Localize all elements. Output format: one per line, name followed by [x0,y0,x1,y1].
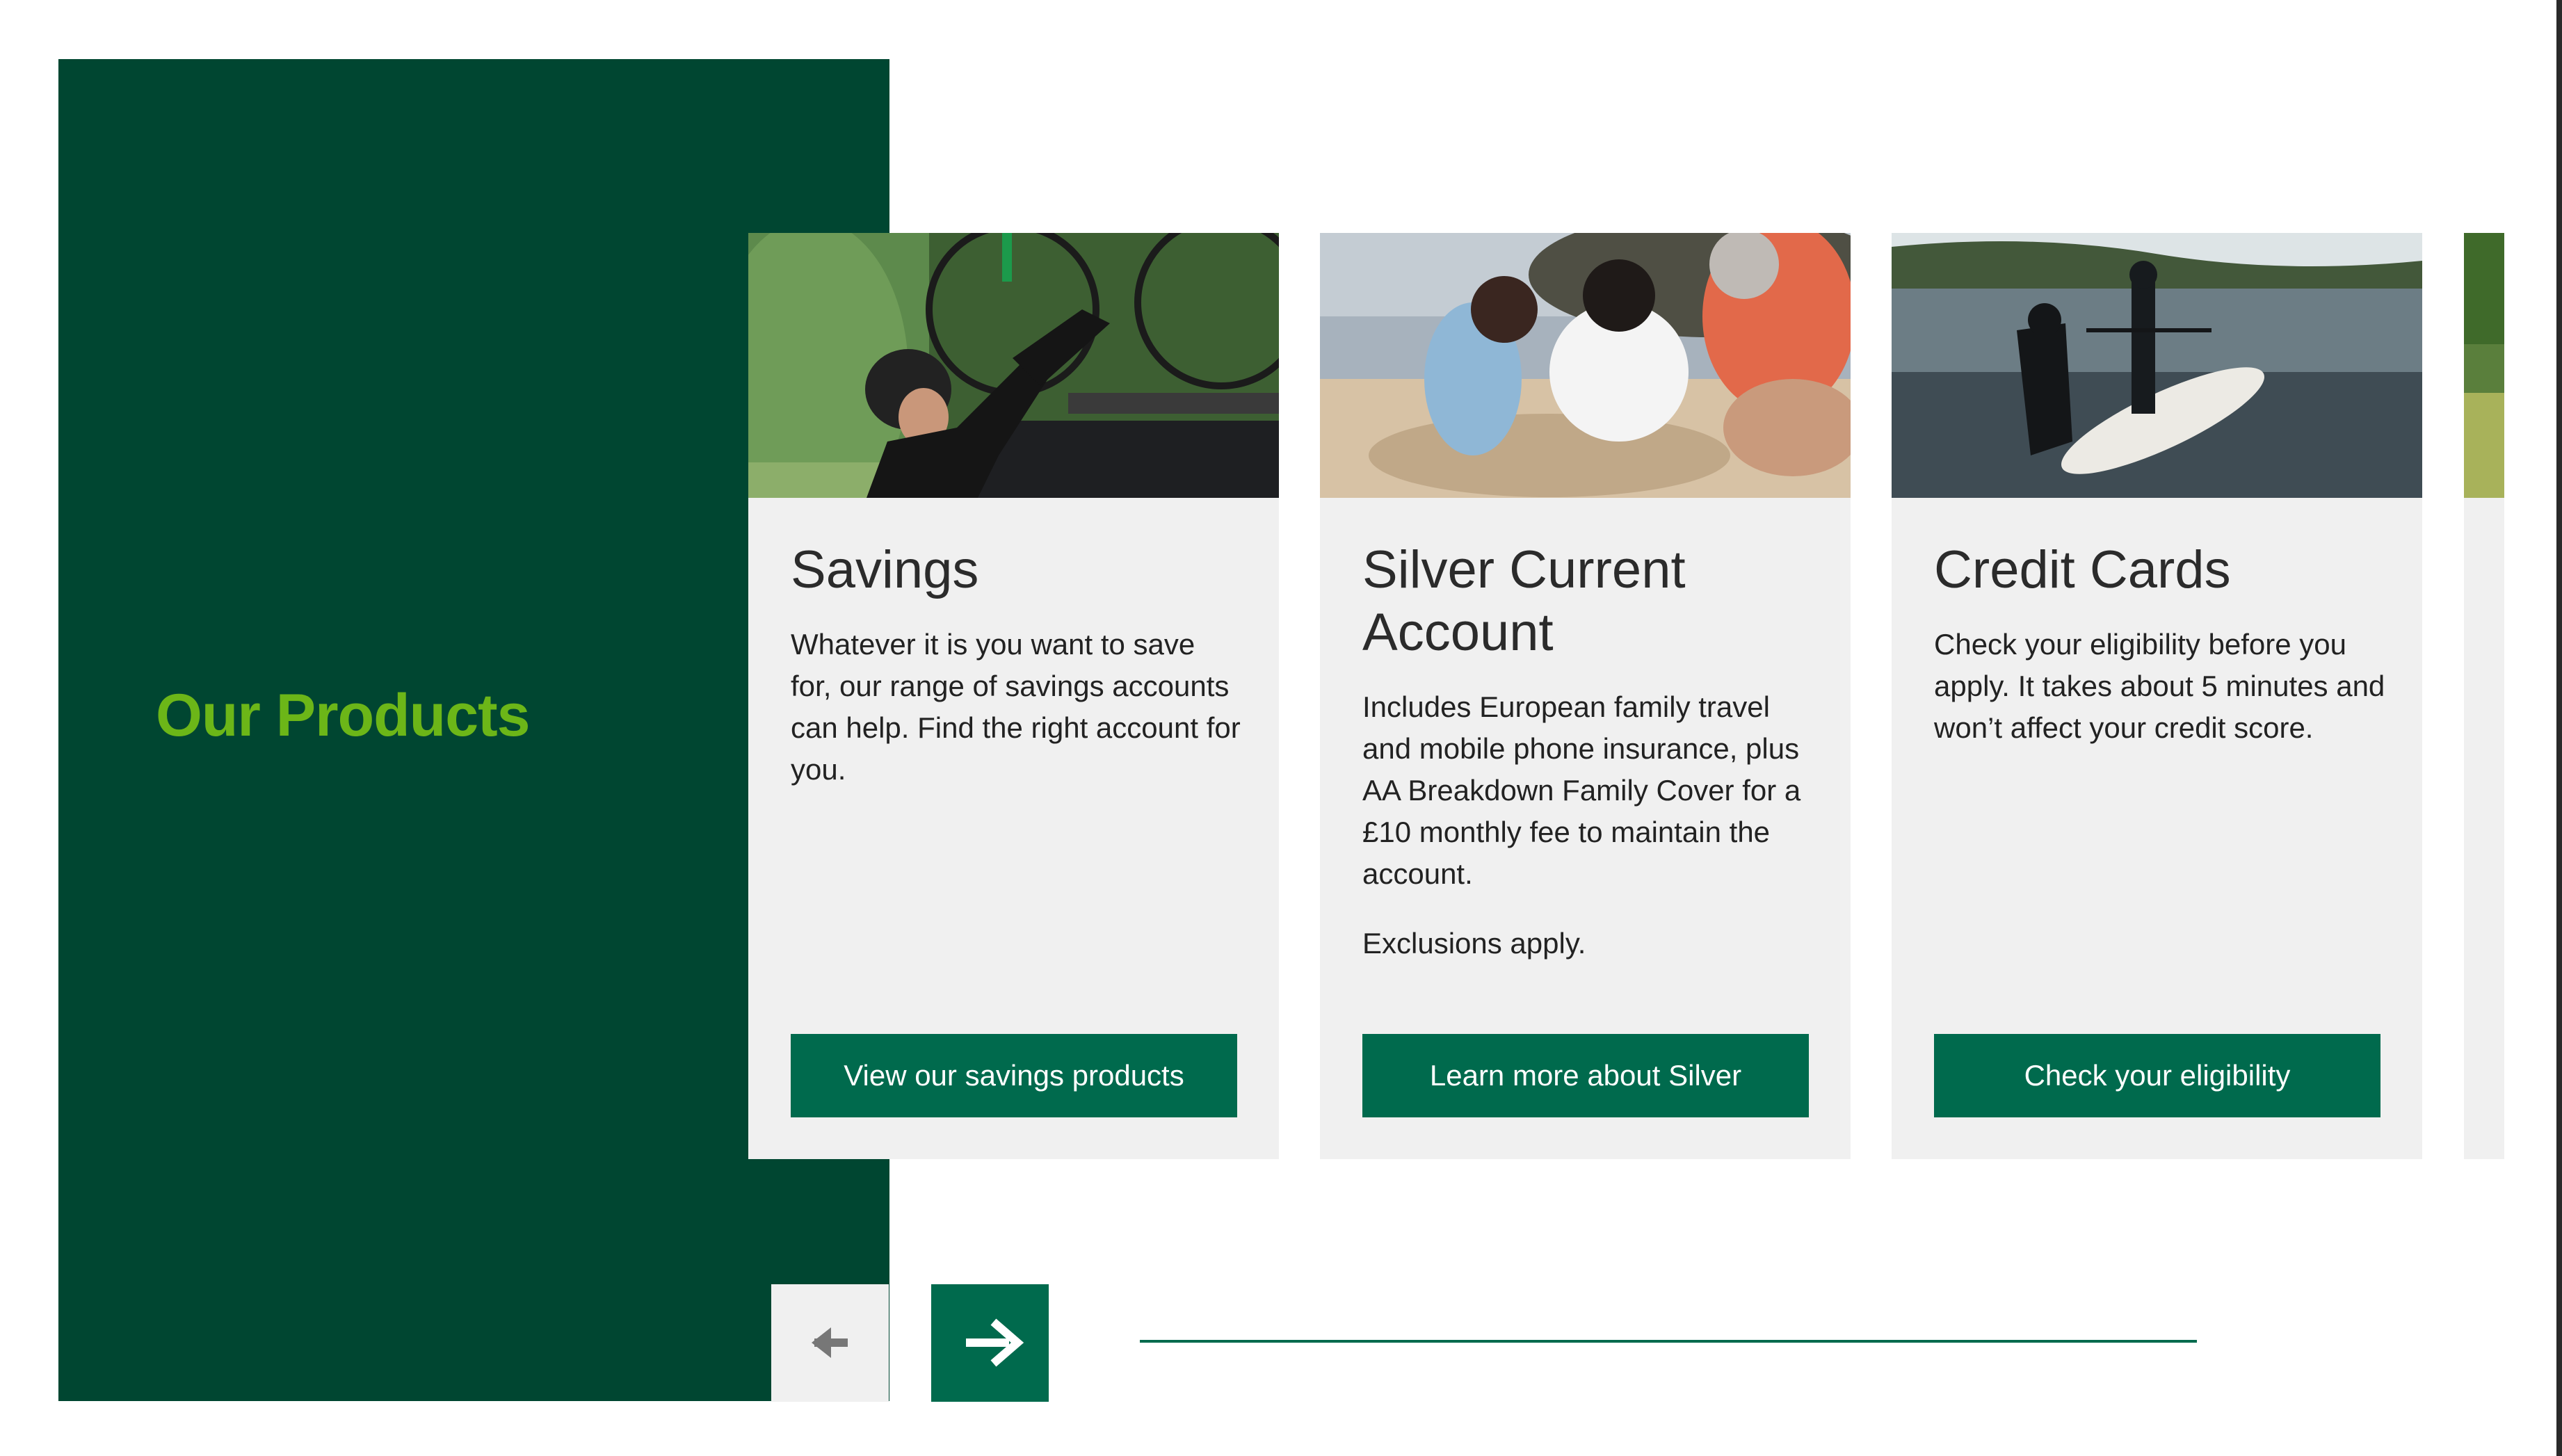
product-card-partial [2464,233,2504,1159]
carousel-progress-track[interactable] [1140,1340,2197,1343]
card-note: Exclusions apply. [1362,927,1586,960]
product-card-credit-cards: Credit Cards Check your eligibility befo… [1892,233,2422,1159]
credit-cards-image [1892,233,2422,498]
partial-card-image [2464,233,2504,498]
product-card-silver-account: Silver Current Account Includes European… [1320,233,1851,1159]
carousel-next-button[interactable] [931,1284,1049,1402]
view-savings-button[interactable]: View our savings products [791,1034,1237,1117]
check-eligibility-button[interactable]: Check your eligibility [1934,1034,2380,1117]
card-description: Whatever it is you want to save for, our… [791,628,1241,786]
card-title: Savings [791,540,979,599]
card-description: Includes European family travel and mobi… [1362,690,1801,890]
arrow-left-icon [812,1327,848,1358]
card-title: Credit Cards [1934,540,2231,599]
window-edge [2556,0,2562,1456]
product-card-savings: Savings Whatever it is you want to save … [748,233,1279,1159]
section-title: Our Products [156,682,531,749]
learn-more-silver-button[interactable]: Learn more about Silver [1362,1034,1809,1117]
savings-image [748,233,1279,498]
carousel-prev-button[interactable] [771,1284,889,1402]
silver-account-image [1320,233,1851,498]
arrow-right-icon [966,1318,1024,1367]
products-carousel-section: Our Products Savings Whatever it is you … [0,0,2562,1456]
card-description: Check your eligibility before you apply.… [1934,628,2385,744]
card-title: Silver Current Account [1362,540,1686,662]
